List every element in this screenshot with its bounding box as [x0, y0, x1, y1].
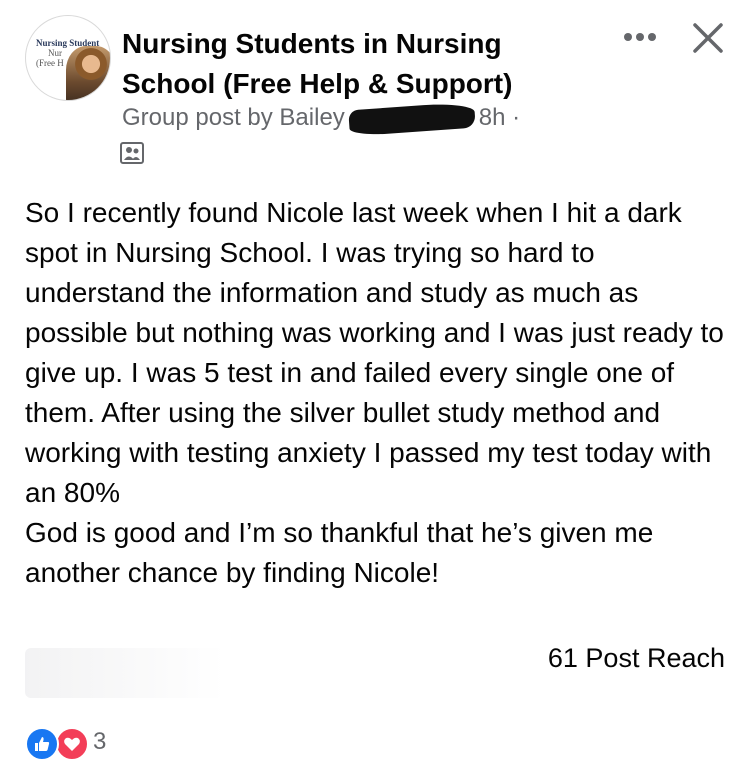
reactions-summary[interactable]: 3 [25, 725, 107, 761]
post-timestamp[interactable]: 8h · [479, 104, 520, 131]
reaction-icons [25, 725, 91, 761]
group-name-link[interactable]: Nursing Students in Nursing School (Free… [122, 24, 592, 104]
post-meta: Group post by Bailey 8h · [122, 101, 520, 137]
group-avatar[interactable]: Nursing Student Nur (Free H [25, 15, 111, 101]
group-members-icon [120, 142, 144, 164]
more-options-button[interactable] [620, 22, 660, 52]
more-horizontal-icon [624, 33, 656, 41]
post-paragraph-1: So I recently found Nicole last week whe… [25, 197, 724, 508]
avatar-photo [66, 46, 110, 100]
author-link[interactable]: Group post by Bailey [122, 104, 345, 131]
reaction-count: 3 [93, 728, 107, 755]
post-text: So I recently found Nicole last week whe… [25, 193, 740, 593]
love-icon [55, 727, 89, 761]
like-icon [25, 727, 59, 761]
close-icon [693, 23, 723, 53]
post-paragraph-2: God is good and I’m so thankful that he’… [25, 517, 654, 588]
redaction-mark [348, 101, 476, 137]
close-button[interactable] [688, 18, 728, 58]
blurred-content [25, 648, 225, 698]
post-reach-count[interactable]: 61 Post Reach [548, 638, 725, 678]
